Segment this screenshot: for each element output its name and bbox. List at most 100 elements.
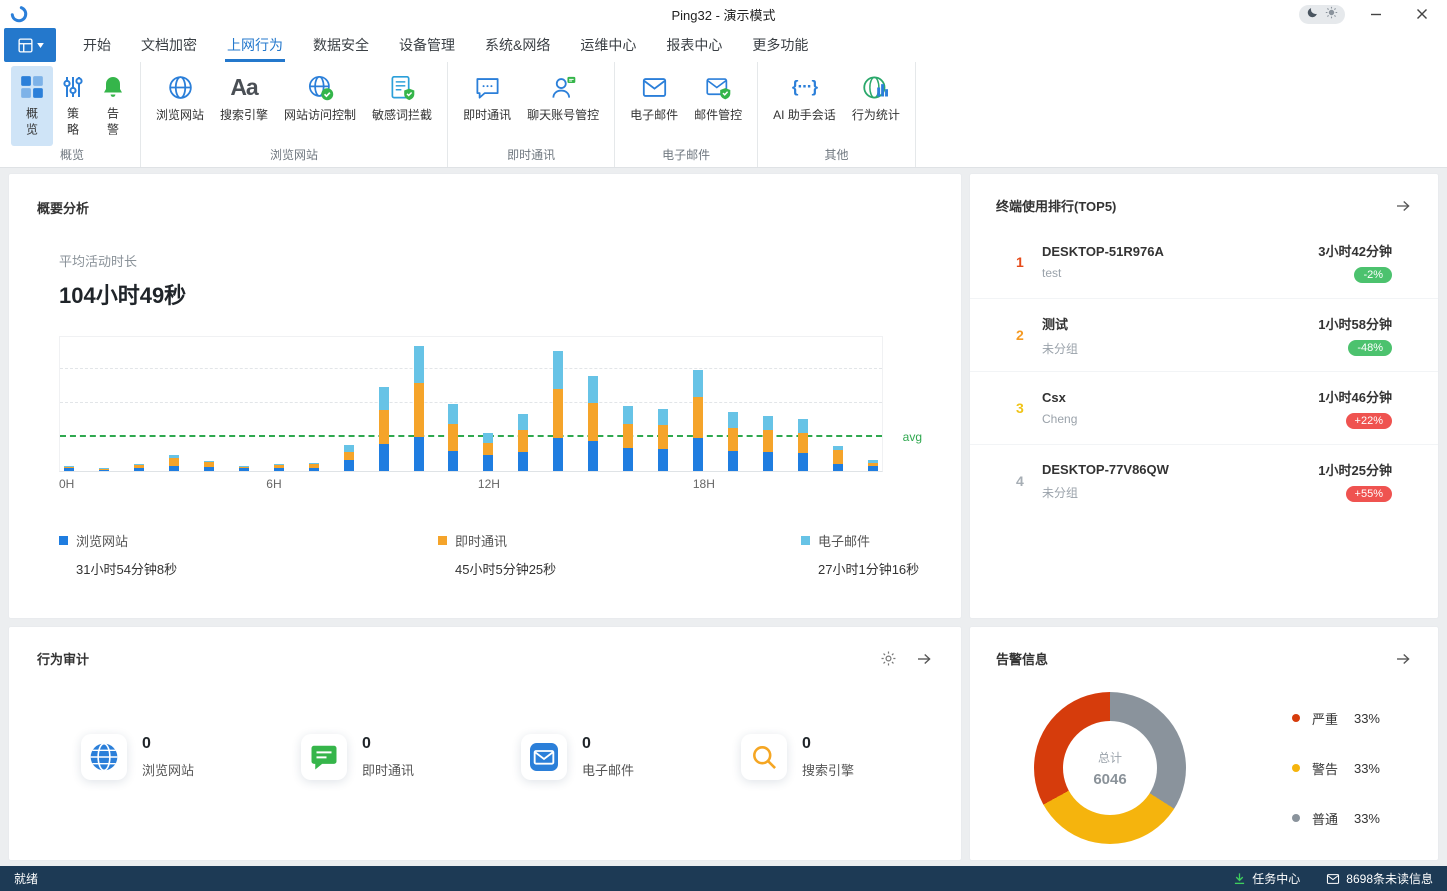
chevron-down-icon	[37, 43, 44, 48]
rank-number: 3	[1016, 400, 1042, 416]
arrow-right-icon[interactable]	[1394, 197, 1412, 215]
chart-bar	[868, 460, 878, 471]
legend-value: 31小时54分钟8秒	[76, 559, 177, 578]
minimize-button[interactable]	[1361, 3, 1391, 25]
tab-device-management[interactable]: 设备管理	[384, 28, 470, 62]
window-title: Ping32 - 演示模式	[671, 5, 775, 24]
chart-bar	[728, 412, 738, 471]
ribbon-group-overview: 概览 策略 告警 概览	[4, 62, 141, 167]
alert-card-title: 告警信息	[996, 649, 1048, 668]
ribbon-button-email[interactable]: 电子邮件	[622, 66, 686, 127]
terminal-duration: 1小时58分钟	[1318, 314, 1392, 333]
ribbon-button-ai-assistant[interactable]: {···} AI 助手会话	[765, 66, 844, 127]
audit-stat-browse[interactable]: 0 浏览网站	[81, 734, 301, 780]
chart-bar	[693, 370, 703, 471]
ribbon-button-policy[interactable]: 策略	[53, 66, 93, 146]
legend-percent: 33%	[1354, 761, 1380, 776]
x-tick-label: 12H	[478, 477, 500, 491]
ribbon-button-im[interactable]: 即时通讯	[455, 66, 519, 127]
ribbon-button-alert[interactable]: 告警	[93, 66, 133, 146]
terminal-row[interactable]: 4 DESKTOP-77V86QW 未分组 1小时25分钟 +55%	[970, 444, 1438, 517]
tab-ops-center[interactable]: 运维中心	[565, 28, 651, 62]
terminal-row[interactable]: 2 测试 未分组 1小时58分钟 -48%	[970, 298, 1438, 371]
terminal-group: 未分组	[1042, 340, 1318, 357]
legend-percent: 33%	[1354, 711, 1380, 726]
ribbon-button-chat-account-control[interactable]: 聊天账号管控	[519, 66, 607, 127]
terminal-row[interactable]: 3 Csx Cheng 1小时46分钟 +22%	[970, 371, 1438, 444]
settings-gear-icon[interactable]	[880, 650, 897, 667]
chart-bar	[274, 464, 284, 471]
audit-stat-im[interactable]: 0 即时通讯	[301, 734, 521, 780]
ribbon-button-search-engine[interactable]: Aa 搜索引擎	[212, 66, 276, 127]
ribbon-group-label: 电子邮件	[615, 146, 757, 163]
ribbon-button-mail-control[interactable]: 邮件管控	[686, 66, 750, 127]
terminal-name: Csx	[1042, 390, 1318, 405]
stat-value: 0	[802, 735, 854, 753]
ribbon-button-overview[interactable]: 概览	[11, 66, 53, 146]
legend-label: 浏览网站	[76, 531, 128, 550]
tab-system-network[interactable]: 系统&网络	[470, 28, 565, 62]
overview-card-title: 概要分析	[37, 198, 933, 217]
terminal-duration: 1小时46分钟	[1318, 387, 1392, 406]
ribbon-button-website-access-control[interactable]: 网站访问控制	[276, 66, 364, 127]
change-badge: +22%	[1346, 413, 1392, 429]
alert-donut-chart: 总计 6046	[1034, 692, 1186, 844]
legend-label: 普通	[1312, 809, 1342, 828]
chart-bar	[344, 445, 354, 471]
terminal-row[interactable]: 1 DESKTOP-51R976A test 3小时42分钟 -2%	[970, 225, 1438, 298]
tab-report-center[interactable]: 报表中心	[651, 28, 737, 62]
legend-label: 警告	[1312, 759, 1342, 778]
chart-bar	[483, 433, 493, 471]
close-button[interactable]	[1407, 3, 1437, 25]
terminal-top5-card: 终端使用排行(TOP5) 1 DESKTOP-51R976A test 3小时4…	[969, 173, 1439, 619]
chart-bar	[414, 346, 424, 471]
donut-total-value: 6046	[1093, 771, 1126, 788]
chat-bubble-icon	[474, 72, 501, 102]
ribbon-button-behavior-stats[interactable]: 行为统计	[844, 66, 908, 127]
tab-data-security[interactable]: 数据安全	[298, 28, 384, 62]
mail-icon	[521, 734, 567, 780]
task-center-button[interactable]: 任务中心	[1233, 870, 1300, 887]
stat-label: 即时通讯	[362, 760, 414, 779]
legend-item-im: 即时通讯 45小时5分钟25秒	[438, 531, 556, 578]
ribbon-group-label: 其他	[758, 146, 915, 163]
statusbar: 就绪 任务中心 8698条未读信息	[0, 866, 1447, 891]
theme-toggle[interactable]	[1299, 5, 1345, 24]
sliders-icon	[61, 72, 85, 102]
envelope-shield-icon	[705, 72, 732, 102]
ribbon-button-sensitive-word-block[interactable]: 敏感词拦截	[364, 66, 440, 127]
alert-info-card: 告警信息 总计 6046 严重 33% 警告	[969, 626, 1439, 861]
ribbon-button-browse-website[interactable]: 浏览网站	[148, 66, 212, 127]
audit-stat-search[interactable]: 0 搜索引擎	[741, 734, 961, 780]
person-chat-icon	[550, 72, 577, 102]
chart-bar	[309, 463, 319, 471]
terminal-name: 测试	[1042, 314, 1318, 333]
legend-dot	[1292, 714, 1300, 722]
unread-messages-button[interactable]: 8698条未读信息	[1326, 870, 1433, 887]
tab-doc-encryption[interactable]: 文档加密	[126, 28, 212, 62]
x-tick-label: 6H	[266, 477, 281, 491]
rank-number: 4	[1016, 473, 1042, 489]
avg-activity-label: 平均活动时长	[59, 251, 933, 270]
search-icon	[741, 734, 787, 780]
legend-dot	[1292, 814, 1300, 822]
terminal-duration: 3小时42分钟	[1318, 241, 1392, 260]
arrow-right-icon[interactable]	[1394, 650, 1412, 668]
change-badge: -48%	[1348, 340, 1392, 356]
audit-stat-email[interactable]: 0 电子邮件	[521, 734, 741, 780]
tab-start[interactable]: 开始	[68, 28, 126, 62]
avg-activity-value: 104小时49秒	[59, 278, 933, 310]
legend-swatch	[59, 536, 68, 545]
globe-check-icon	[307, 72, 334, 102]
ribbon-group-label: 概览	[4, 146, 140, 163]
tab-more-features[interactable]: 更多功能	[737, 28, 823, 62]
app-menu-button[interactable]	[4, 28, 56, 62]
legend-item-browse: 浏览网站 31小时54分钟8秒	[59, 531, 177, 578]
legend-label: 电子邮件	[818, 531, 870, 550]
audit-card-title: 行为审计	[37, 649, 89, 668]
alert-legend-warning: 警告 33%	[1292, 759, 1380, 778]
tab-internet-behavior[interactable]: 上网行为	[212, 28, 298, 62]
chart-bar	[833, 446, 843, 471]
globe-icon	[81, 734, 127, 780]
arrow-right-icon[interactable]	[915, 650, 933, 668]
